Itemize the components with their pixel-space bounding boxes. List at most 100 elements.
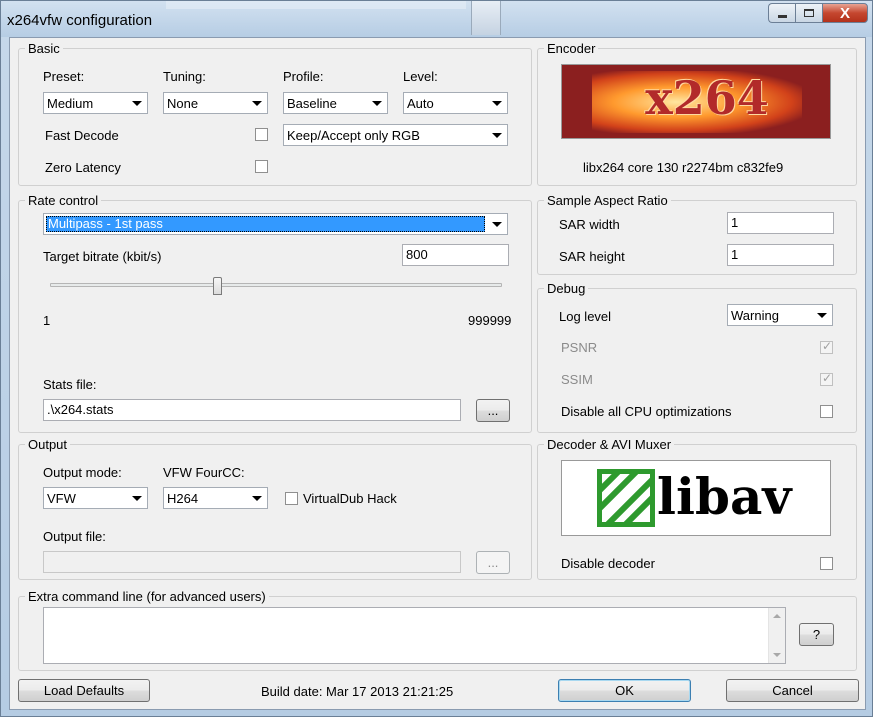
sar-width-label: SAR width — [559, 217, 620, 232]
profile-select[interactable]: Baseline — [283, 92, 388, 114]
chevron-down-icon — [813, 306, 831, 324]
tuning-select[interactable]: None — [163, 92, 268, 114]
output-legend: Output — [25, 437, 71, 452]
window-title: x264vfw configuration — [7, 12, 153, 29]
libav-logo-text: libav — [657, 467, 792, 526]
rate-control-mode-select[interactable]: Multipass - 1st pass — [43, 213, 508, 235]
scroll-down-icon[interactable] — [773, 653, 781, 657]
tuning-label: Tuning: — [163, 69, 206, 84]
virtualdub-hack-label: VirtualDub Hack — [303, 491, 397, 506]
preset-value: Medium — [47, 96, 94, 111]
chevron-down-icon — [488, 94, 506, 112]
psnr-checkbox[interactable]: ✓ — [820, 339, 833, 354]
slider-max-label: 999999 — [468, 313, 512, 328]
rate-control-legend: Rate control — [25, 193, 102, 208]
log-level-label: Log level — [559, 309, 612, 324]
log-level-select[interactable]: Warning — [727, 304, 833, 326]
disable-cpu-label: Disable all CPU optimizations — [561, 404, 732, 419]
zero-latency-checkbox[interactable] — [255, 160, 268, 173]
sar-height-input[interactable]: 1 — [727, 244, 834, 266]
profile-label: Profile: — [283, 69, 324, 84]
basic-legend: Basic — [25, 41, 63, 56]
psnr-label: PSNR — [561, 340, 598, 355]
x264-logo-text: x264 — [645, 71, 769, 125]
close-icon: X — [839, 4, 850, 22]
level-label: Level: — [403, 69, 438, 84]
output-mode-value: VFW — [47, 491, 76, 506]
output-mode-label: Output mode: — [43, 465, 122, 480]
chevron-down-icon — [368, 94, 386, 112]
slider-min-label: 1 — [43, 313, 51, 328]
libav-logo: libav — [561, 460, 831, 536]
chevron-down-icon — [128, 489, 146, 507]
sar-legend: Sample Aspect Ratio — [544, 193, 671, 208]
load-defaults-button[interactable]: Load Defaults — [18, 679, 150, 702]
target-bitrate-input[interactable]: 800 — [402, 244, 509, 266]
bitrate-slider-track[interactable] — [50, 283, 502, 287]
preset-select[interactable]: Medium — [43, 92, 148, 114]
extra-cmdline-input[interactable] — [43, 607, 786, 664]
scroll-up-icon[interactable] — [773, 614, 781, 618]
checkmark-icon: ✓ — [822, 371, 833, 385]
dialog-window: x264vfw configuration X Basic Preset: Me… — [0, 0, 873, 717]
ok-button[interactable]: OK — [558, 679, 691, 702]
debug-legend: Debug — [544, 281, 589, 296]
target-bitrate-label: Target bitrate (kbit/s) — [43, 249, 162, 264]
chevron-down-icon — [128, 94, 146, 112]
stats-file-label: Stats file: — [43, 377, 97, 392]
log-level-value: Warning — [731, 308, 779, 323]
level-value: Auto — [407, 96, 434, 111]
output-mode-select[interactable]: VFW — [43, 487, 148, 509]
libav-mark-icon — [597, 469, 655, 527]
fourcc-value: H264 — [167, 491, 199, 506]
disable-decoder-label: Disable decoder — [561, 556, 655, 571]
fast-decode-checkbox[interactable] — [255, 128, 268, 141]
preset-label: Preset: — [43, 69, 85, 84]
output-file-input[interactable] — [43, 551, 461, 573]
disable-decoder-checkbox[interactable] — [820, 557, 833, 570]
maximize-icon — [804, 9, 814, 17]
disable-cpu-checkbox[interactable] — [820, 405, 833, 418]
minimize-button[interactable] — [768, 3, 795, 23]
background-window-button — [471, 1, 501, 35]
maximize-button[interactable] — [795, 3, 822, 23]
checkmark-icon: ✓ — [822, 339, 833, 353]
close-button[interactable]: X — [822, 3, 868, 23]
fourcc-select[interactable]: H264 — [163, 487, 268, 509]
cancel-button[interactable]: Cancel — [726, 679, 859, 702]
ssim-label: SSIM — [561, 372, 593, 387]
level-select[interactable]: Auto — [403, 92, 508, 114]
chevron-down-icon — [248, 489, 266, 507]
output-browse-button[interactable]: ... — [476, 551, 510, 574]
stats-file-input[interactable]: .\x264.stats — [43, 399, 461, 421]
extra-cmdline-legend: Extra command line (for advanced users) — [25, 589, 269, 604]
extra-cmdline-scrollbar[interactable] — [768, 608, 785, 663]
sar-width-input[interactable]: 1 — [727, 212, 834, 234]
build-date-label: Build date: Mar 17 2013 21:21:25 — [261, 684, 454, 699]
ssim-checkbox[interactable]: ✓ — [820, 371, 833, 386]
decoder-legend: Decoder & AVI Muxer — [544, 437, 675, 452]
profile-value: Baseline — [287, 96, 337, 111]
fast-decode-label: Fast Decode — [45, 128, 119, 143]
stats-browse-button[interactable]: ... — [476, 399, 510, 422]
virtualdub-hack-checkbox[interactable] — [285, 492, 298, 505]
tuning-value: None — [167, 96, 199, 111]
x264-logo: x264 — [561, 64, 831, 139]
help-button[interactable]: ? — [799, 623, 834, 646]
sar-height-label: SAR height — [559, 249, 625, 264]
colorspace-value: Keep/Accept only RGB — [287, 128, 420, 143]
dialog-client: Basic Preset: Medium Tuning: None Profil… — [9, 37, 866, 710]
title-bar[interactable]: x264vfw configuration X — [1, 1, 872, 37]
chevron-down-icon — [488, 126, 506, 144]
colorspace-select[interactable]: Keep/Accept only RGB — [283, 124, 508, 146]
background-window-strip — [166, 1, 466, 9]
minimize-icon — [777, 14, 787, 18]
output-file-label: Output file: — [43, 529, 106, 544]
chevron-down-icon — [248, 94, 266, 112]
chevron-down-icon — [488, 215, 506, 233]
zero-latency-label: Zero Latency — [45, 160, 121, 175]
rate-control-mode-value: Multipass - 1st pass — [46, 216, 485, 232]
bitrate-slider-thumb[interactable] — [213, 277, 222, 295]
encoder-legend: Encoder — [544, 41, 599, 56]
encoder-version: libx264 core 130 r2274bm c832fe9 — [583, 160, 784, 175]
